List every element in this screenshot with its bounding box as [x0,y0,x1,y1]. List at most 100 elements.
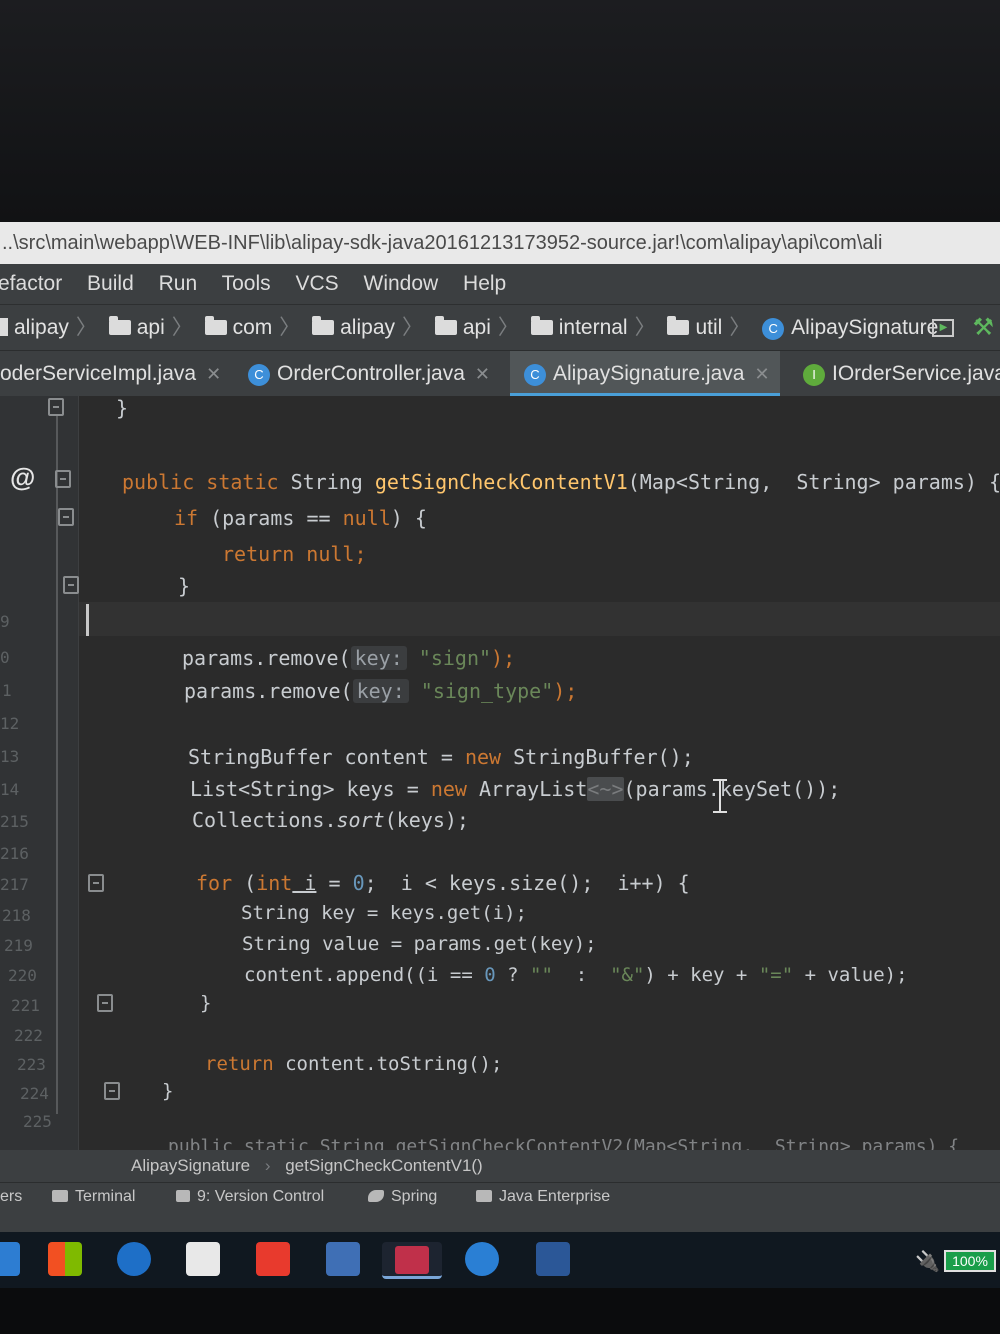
folder-icon [204,316,227,335]
chevron-right-icon: 〉 [171,316,193,339]
fold-toggle-icon[interactable] [97,994,113,1012]
code-line: String key = keys.get(i); [241,902,527,924]
store-icon[interactable] [48,1242,82,1276]
menu-bar: efactor Build Run Tools VCS Window Help [0,264,1000,304]
fold-toggle-icon[interactable] [58,508,74,526]
breadcrumb-class[interactable]: AlipaySignature [131,1156,250,1175]
mail-icon[interactable] [186,1242,220,1276]
nav-crumb-alipay[interactable]: alipay [14,305,69,351]
code-line: } [116,396,129,420]
java-enterprise-icon [476,1190,492,1202]
terminal-icon [52,1190,68,1202]
override-at-icon[interactable]: @ [10,462,35,493]
code-line: StringBuffer content = new StringBuffer(… [188,745,694,769]
line-number: 225 [23,1112,52,1131]
code-line: } [162,1080,174,1102]
toolwin-spring[interactable]: Spring [368,1183,437,1211]
folder-icon [530,316,553,335]
code-line: for (int i = 0; i < keys.size(); i++) { [196,871,690,895]
line-number: 9 [0,612,10,631]
interface-icon: I [803,364,825,386]
spring-leaf-icon [368,1190,384,1202]
run-config-icon[interactable]: ▶ [932,319,955,337]
windows-taskbar [0,1232,1000,1288]
weibo-icon[interactable] [256,1242,290,1276]
clock-icon[interactable] [117,1242,151,1276]
nav-actions: ▶ ⚒ [932,305,1000,351]
line-number: 221 [11,996,40,1015]
line-number: 216 [0,844,29,863]
nav-crumb-util[interactable]: util [667,305,722,351]
code-line: } [178,574,191,598]
toolwin-terminal[interactable]: Terminal [52,1183,135,1211]
text-caret [86,604,89,636]
code-line: content.append((i == 0 ? "" : "&") + key… [244,964,908,986]
nav-crumb-api[interactable]: api [108,305,165,351]
folder-icon [0,318,8,336]
nav-crumb-internal[interactable]: internal [530,305,628,351]
code-line: params.remove(key: "sign_type"); [184,679,578,703]
nav-crumb-api-2[interactable]: api [434,305,491,351]
tab-orderserviceimpl[interactable]: oderServiceImpl.java ✕ [0,351,221,397]
breadcrumb-method[interactable]: getSignCheckContentV1() [285,1156,483,1175]
tab-alipaysignature[interactable]: C AlipaySignature.java ✕ [510,351,780,397]
code-line: Collections.sort(keys); [192,808,469,832]
code-breadcrumb: AlipaySignature › getSignCheckContentV1(… [0,1150,1000,1182]
menu-run[interactable]: Run [159,272,198,295]
chevron-right-icon: 〉 [279,316,301,339]
line-number: 224 [20,1084,49,1103]
line-number: 13 [0,747,20,766]
code-line: params.remove(key: "sign"); [182,646,516,670]
word-icon[interactable] [536,1242,570,1276]
line-number: 219 [4,936,33,955]
menu-help[interactable]: Help [463,272,506,295]
toolwin-left-cut[interactable]: ers [0,1183,22,1211]
line-number: 222 [14,1026,43,1045]
fold-toggle-icon[interactable] [63,576,79,594]
nav-crumb-com[interactable]: com [204,305,272,351]
class-icon: C [524,364,546,386]
close-icon[interactable]: ✕ [475,364,490,384]
current-line-highlight [79,602,1000,636]
fold-toggle-icon[interactable] [48,398,64,416]
editor-tabs: oderServiceImpl.java ✕ C OrderController.j… [0,350,1000,397]
fold-toggle-icon[interactable] [88,874,104,892]
fold-toggle-icon[interactable] [55,470,71,488]
close-icon[interactable]: ✕ [206,364,221,384]
power-plug-icon: 🔌 [915,1251,940,1273]
chevron-right-icon: 〉 [497,316,519,339]
sogou-icon[interactable] [465,1242,499,1276]
tab-ordercontroller[interactable]: C OrderController.java ✕ [248,351,490,397]
line-number: 223 [17,1055,46,1074]
folder-icon [434,316,457,335]
code-editor[interactable]: @ 9 0 1 12 13 14 215 216 217 218 219 220… [0,396,1000,1150]
class-icon: C [248,364,270,386]
taskbar-app-icon[interactable] [0,1242,20,1276]
close-icon[interactable]: ✕ [754,364,769,384]
menu-window[interactable]: Window [364,272,439,295]
fold-toggle-icon[interactable] [104,1082,120,1100]
chevron-right-icon: › [264,1156,271,1175]
tab-iorderservice[interactable]: I IOrderService.java [803,351,1000,397]
window-title: ..\src\main\webapp\WEB-INF\lib\alipay-sd… [0,222,1000,264]
toolwin-java-enterprise[interactable]: Java Enterprise [476,1183,610,1211]
hammer-build-icon[interactable]: ⚒ [972,305,994,351]
menu-refactor[interactable]: efactor [0,272,62,295]
code-line-partial: public static String getSignCheckContent… [168,1136,960,1150]
menu-vcs[interactable]: VCS [295,272,338,295]
line-number: 217 [0,875,29,894]
nav-crumb-class[interactable]: C AlipaySignature [762,305,938,351]
chevron-right-icon: 〉 [634,316,656,339]
param-hint: key: [352,679,409,703]
toolwin-version-control[interactable]: 9: Version Control [176,1183,324,1211]
chevron-right-icon: 〉 [75,316,97,339]
battery-indicator[interactable]: 100% [944,1250,996,1272]
line-number: 12 [0,714,20,733]
network-icon[interactable] [326,1242,360,1276]
intellij-icon[interactable] [382,1242,442,1279]
line-number: 14 [0,780,20,799]
menu-build[interactable]: Build [87,272,134,295]
menu-tools[interactable]: Tools [222,272,271,295]
nav-crumb-alipay-2[interactable]: alipay [312,305,395,351]
line-number: 0 [0,648,10,667]
